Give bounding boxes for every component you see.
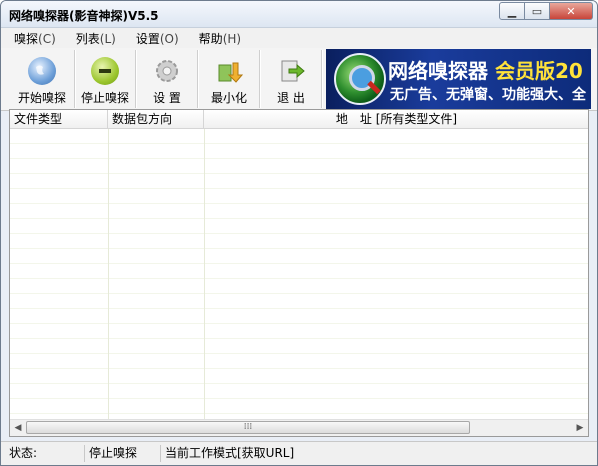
ad-banner[interactable]: 网络嗅探器 会员版20 无广告、无弹窗、功能强大、全 [326, 49, 591, 109]
magnifier-logo-icon [334, 53, 386, 105]
exit-label: 退 出 [277, 91, 305, 105]
toolbar-separator [135, 50, 137, 108]
app-window: 网络嗅探器(影音神探)V5.5 ▁ ▭ ✕ 嗅探(C) 列表(L) 设置(O) … [0, 0, 598, 466]
stop-sniff-label: 停止嗅探 [80, 91, 129, 105]
column-file-type[interactable]: 文件类型 [10, 110, 108, 128]
horizontal-scrollbar[interactable]: ◀ ⁞⁞⁞ ▶ [10, 419, 588, 436]
toolbar-separator [197, 50, 199, 108]
column-divider [108, 129, 109, 421]
menu-list-accel: (L) [99, 31, 116, 46]
menu-sniff[interactable]: 嗅探(C) [1, 30, 63, 47]
start-sniff-label: 开始嗅探 [17, 91, 66, 105]
status-state: 停止嗅探 [85, 445, 161, 462]
close-icon: ✕ [566, 4, 576, 18]
toolbar-separator [74, 50, 76, 108]
menu-help-label: 帮助 [198, 31, 223, 46]
close-button[interactable]: ✕ [550, 2, 593, 20]
menu-list[interactable]: 列表(L) [63, 30, 123, 47]
menu-settings[interactable]: 设置(O) [123, 30, 186, 47]
exit-icon [277, 57, 305, 85]
list-header: 文件类型 数据包方向 地 址 [所有类型文件] [10, 110, 588, 129]
menu-list-label: 列表 [75, 31, 100, 46]
toolbar-separator [259, 50, 261, 108]
menu-help[interactable]: 帮助(H) [186, 30, 248, 47]
minimize-tray-label: 最小化 [210, 91, 247, 105]
column-address[interactable]: 地 址 [所有类型文件] [204, 110, 588, 128]
window-controls: ▁ ▭ ✕ [499, 2, 593, 22]
list-body[interactable] [10, 129, 588, 421]
settings-button[interactable]: 设 置 [139, 53, 195, 105]
menu-help-accel: (H) [222, 31, 242, 46]
stop-sniff-button[interactable]: 停止嗅探 [77, 53, 133, 105]
status-bar: 状态: 停止嗅探 当前工作模式[获取URL] [1, 441, 597, 465]
settings-label: 设 置 [153, 91, 181, 105]
banner-headline-main: 网络嗅探器 [388, 59, 488, 83]
banner-headline-highlight: 会员版20 [494, 59, 583, 83]
menu-bar: 嗅探(C) 列表(L) 设置(O) 帮助(H) [1, 28, 597, 48]
menu-sniff-accel: (C) [38, 31, 56, 46]
column-direction[interactable]: 数据包方向 [108, 110, 204, 128]
scrollbar-thumb[interactable]: ⁞⁞⁞ [26, 421, 470, 434]
stop-icon [91, 57, 119, 85]
title-bar[interactable]: 网络嗅探器(影音神探)V5.5 ▁ ▭ ✕ [1, 1, 597, 28]
toolbar-separator [321, 50, 323, 108]
minimize-arrow-icon [215, 57, 244, 85]
file-list[interactable]: 文件类型 数据包方向 地 址 [所有类型文件] ◀ ⁞⁞⁞ ▶ [9, 109, 589, 437]
status-label: 状态: [5, 445, 85, 462]
exit-button[interactable]: 退 出 [263, 53, 319, 105]
menu-settings-accel: (O) [159, 31, 179, 46]
start-sniff-button[interactable]: 开始嗅探 [11, 53, 73, 105]
minimize-button[interactable]: ▁ [499, 2, 525, 20]
maximize-icon: ▭ [531, 4, 543, 18]
gear-icon [153, 57, 181, 85]
column-divider [204, 129, 205, 421]
globe-icon [28, 57, 56, 85]
scroll-right-icon[interactable]: ▶ [572, 421, 588, 435]
scroll-left-icon[interactable]: ◀ [10, 421, 26, 435]
menu-settings-label: 设置 [135, 31, 160, 46]
banner-headline: 网络嗅探器 会员版20 [388, 55, 583, 84]
status-mode: 当前工作模式[获取URL] [165, 446, 295, 460]
window-title: 网络嗅探器(影音神探)V5.5 [9, 9, 159, 23]
banner-tagline: 无广告、无弹窗、功能强大、全 [390, 87, 586, 103]
menu-sniff-label: 嗅探 [14, 31, 39, 46]
minimize-icon: ▁ [507, 4, 517, 18]
maximize-button[interactable]: ▭ [525, 2, 550, 20]
minimize-tray-button[interactable]: 最小化 [201, 53, 257, 105]
